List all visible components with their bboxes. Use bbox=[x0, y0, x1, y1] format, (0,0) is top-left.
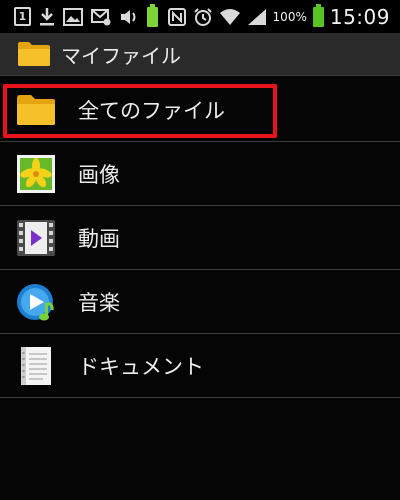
wifi-icon bbox=[219, 8, 240, 25]
list-item-music[interactable]: 音楽 bbox=[0, 270, 400, 334]
list-item-label: 音楽 bbox=[78, 290, 120, 315]
email-icon bbox=[91, 8, 111, 25]
music-icon bbox=[17, 283, 54, 320]
clock: 15:09 bbox=[329, 4, 390, 29]
list-item-documents[interactable]: ドキュメント bbox=[0, 334, 400, 398]
list-item-label: ドキュメント bbox=[78, 354, 204, 379]
battery-percentage: 100% bbox=[272, 9, 307, 24]
battery-notification-icon bbox=[147, 3, 158, 27]
battery-icon bbox=[312, 3, 324, 27]
list-item-videos[interactable]: 動画 bbox=[0, 206, 400, 270]
list-item-images[interactable]: 画像 bbox=[0, 142, 400, 206]
document-icon bbox=[21, 346, 51, 385]
speaker-icon bbox=[121, 9, 136, 24]
status-bar: 1 100% 15:09 bbox=[0, 0, 400, 33]
list-item-label: 画像 bbox=[78, 162, 120, 187]
nfc-icon bbox=[167, 7, 186, 26]
list-item-all-files[interactable]: 全てのファイル bbox=[0, 78, 400, 142]
alarm-icon bbox=[193, 7, 212, 26]
highlight-box bbox=[3, 84, 277, 138]
gallery-icon bbox=[63, 7, 83, 26]
download-icon bbox=[40, 7, 54, 25]
list-item-label: 動画 bbox=[78, 226, 120, 251]
video-icon bbox=[17, 219, 55, 256]
action-bar: マイファイル bbox=[0, 33, 400, 76]
image-icon bbox=[17, 154, 55, 193]
folder-icon bbox=[18, 42, 50, 66]
page-title: マイファイル bbox=[61, 43, 181, 68]
notification-icons: 1 bbox=[0, 3, 158, 27]
notification-count-icon: 1 bbox=[14, 7, 31, 26]
system-icons: 100% 15:09 bbox=[167, 3, 400, 29]
signal-icon bbox=[247, 8, 266, 25]
category-list: 全てのファイル 画像 動画 音楽 ドキュメント bbox=[0, 78, 400, 398]
